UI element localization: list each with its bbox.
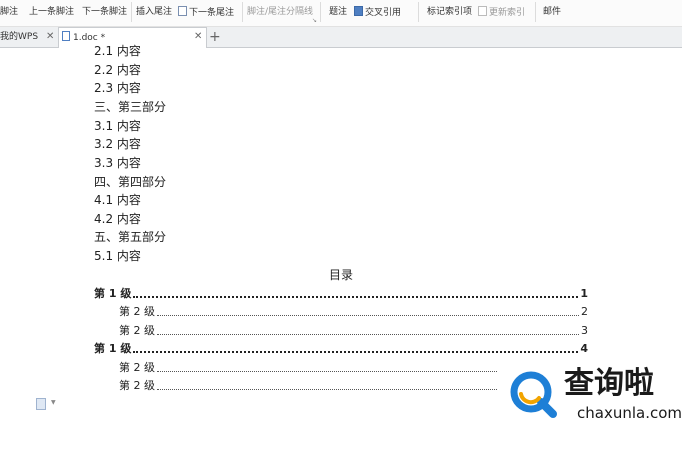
footnote-button[interactable]: 脚注 [0,6,18,18]
document-line: 3.1 内容 [94,119,141,133]
toc-entry[interactable]: 第 2 级 3 [119,324,588,338]
tab-label: 1.doc * [73,33,106,43]
page-icon[interactable] [36,398,46,410]
toc-entry[interactable]: 第 2 级 [119,361,499,375]
document-line: 4.2 内容 [94,212,141,226]
caption-button[interactable]: 题注 [329,6,347,18]
document-heading: 三、第三部分 [94,100,167,114]
separator [535,2,536,22]
mark-index-entry-button[interactable]: 标记索引项 [427,6,472,18]
watermark-logo-icon [510,371,557,418]
chevron-down-icon[interactable]: ▼ [51,399,56,406]
tab-label: 我的WPS [0,32,39,42]
toc-leader [157,389,497,390]
toc-page-number: 4 [580,342,588,355]
toc-entry[interactable]: 第 2 级 [119,379,499,393]
watermark-text: 查询啦 [564,366,654,401]
ribbon-item-3-label: 插入尾注 [136,7,173,17]
document-line: 3.2 内容 [94,137,141,151]
toc-leader [133,296,579,298]
ribbon-item-1-label: 上一条脚注 [29,7,75,17]
toc-entry[interactable]: 第 1 级 1 [94,287,588,301]
mail-button[interactable]: 邮件 [543,6,561,18]
toc-leader [157,371,497,372]
toc-leader [133,351,579,353]
toc-entry-label: 第 1 级 [94,342,132,355]
document-icon [62,31,70,41]
toc-page-number: 2 [581,305,588,318]
toc-entry[interactable]: 第 2 级 2 [119,305,588,319]
document-line: 3.3 内容 [94,156,141,170]
ribbon-item-2-label: 下一条脚注 [82,7,128,17]
separator [242,2,243,22]
close-icon[interactable]: ✕ [46,31,54,42]
toc-leader [157,334,579,335]
ribbon-item-5-label: 脚注/尾注分隔线 [247,7,314,17]
next-endnote-icon [178,6,187,16]
ribbon-item-0-label: 脚注 [0,7,19,17]
document-line: 2.2 内容 [94,63,141,77]
document-line: 2.3 内容 [94,81,141,95]
document-line: 5.1 内容 [94,249,141,263]
previous-footnote-button[interactable]: 上一条脚注 [29,6,74,18]
dialog-launcher-icon[interactable]: ↘ [312,17,317,24]
toc-entry-label: 第 2 级 [119,305,155,318]
ribbon-item-8-label: 标记索引项 [427,7,473,17]
document-line: 4.1 内容 [94,193,141,207]
toc-entry-label: 第 1 级 [94,287,132,300]
cross-reference-icon [354,6,363,16]
tab-my-wps[interactable]: 我的WPS [0,27,38,47]
ribbon-toolbar: 脚注 上一条脚注 下一条脚注 插入尾注 下一条尾注 脚注/尾注分隔线 ↘ 题注 … [0,0,682,27]
toc-entry-label: 第 2 级 [119,379,155,392]
ribbon-item-7-label: 交叉引用 [365,8,402,18]
separator [320,2,321,22]
document-line: 2.1 内容 [94,44,141,58]
toc-entry-label: 第 2 级 [119,324,155,337]
update-index-icon [478,6,487,16]
toc-leader [157,315,579,316]
document-heading: 四、第四部分 [94,175,167,189]
update-index-button[interactable]: 更新索引 [478,6,525,18]
ribbon-item-4-label: 下一条尾注 [189,8,235,18]
close-icon[interactable]: ✕ [194,31,202,42]
next-endnote-button[interactable]: 下一条尾注 [178,6,234,18]
toc-page-number: 1 [580,287,588,300]
toc-title: 目录 [328,268,353,282]
separator [418,2,419,22]
cross-reference-button[interactable]: 交叉引用 [354,6,401,18]
document-heading: 五、第五部分 [94,230,167,244]
footnote-separator-button[interactable]: 脚注/尾注分隔线 [247,6,313,18]
separator [131,2,132,22]
toc-entry[interactable]: 第 1 级 4 [94,342,588,356]
toc-page-number: 3 [581,324,588,337]
ribbon-item-10-label: 邮件 [543,7,562,17]
ribbon-item-9-label: 更新索引 [489,8,526,18]
insert-endnote-button[interactable]: 插入尾注 [136,6,172,18]
next-footnote-button[interactable]: 下一条脚注 [82,6,127,18]
watermark-url: chaxunla.com [577,404,682,422]
ribbon-item-6-label: 题注 [329,7,348,17]
toc-entry-label: 第 2 级 [119,361,155,374]
new-tab-icon[interactable]: + [209,27,221,47]
